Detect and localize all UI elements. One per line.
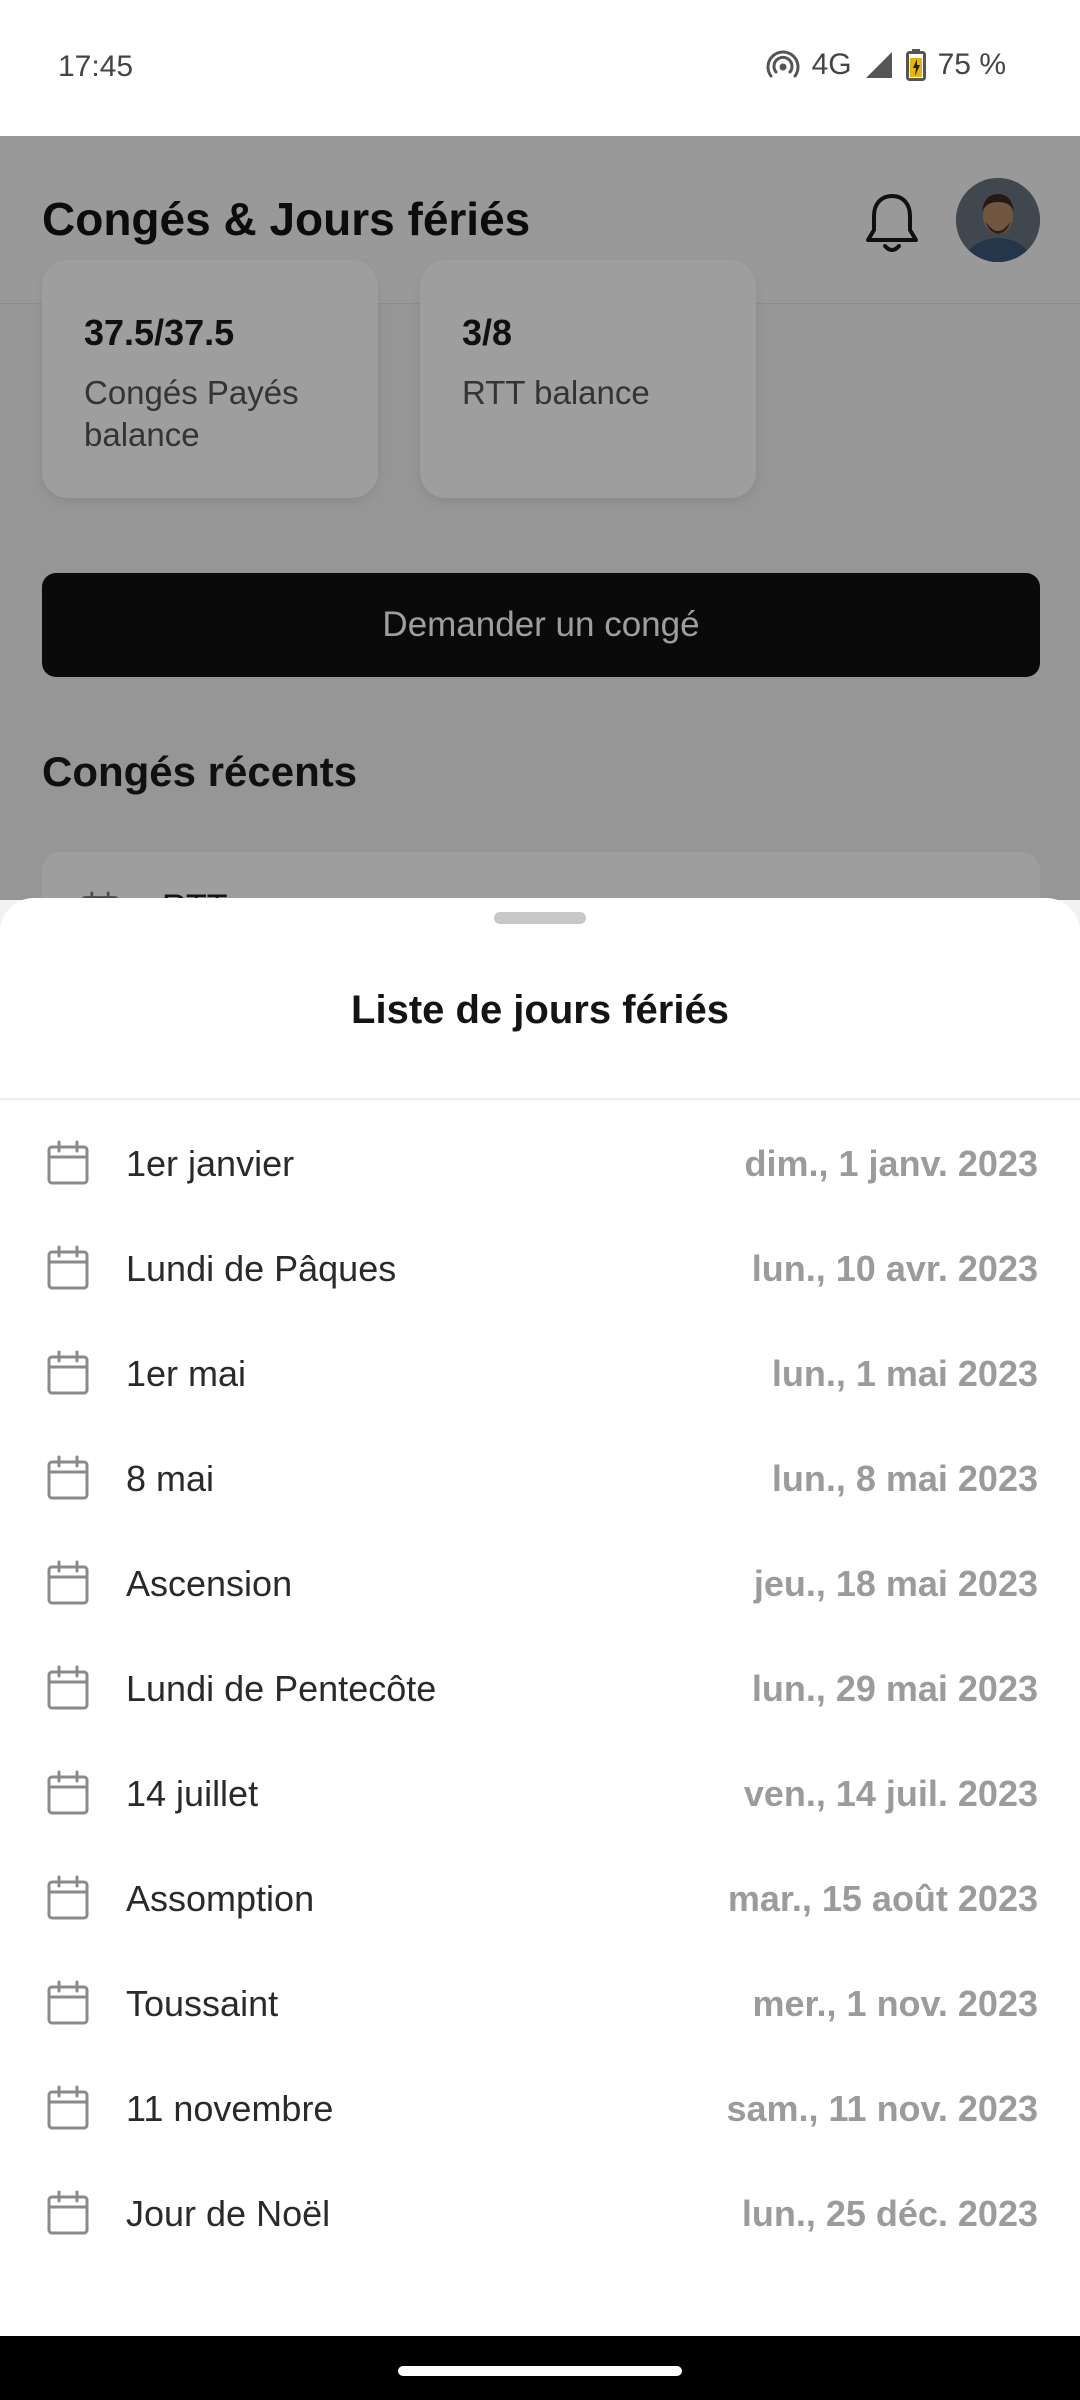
battery-level: 75 %: [937, 48, 1006, 81]
holiday-row[interactable]: Jour de Noël lun., 25 déc. 2023: [0, 2158, 1080, 2263]
holiday-row[interactable]: 14 juillet ven., 14 juil. 2023: [0, 1738, 1080, 1843]
holiday-date: lun., 10 avr. 2023: [751, 1248, 1038, 1289]
holidays-bottom-sheet: Liste de jours fériés 1er janvier dim., 1…: [0, 898, 1080, 2336]
holiday-date: ven., 14 juil. 2023: [743, 1773, 1038, 1814]
holiday-name: 8 mai: [126, 1458, 215, 1499]
holiday-name: Assomption: [126, 1878, 315, 1919]
holiday-row[interactable]: Lundi de Pentecôte lun., 29 mai 2023: [0, 1633, 1080, 1738]
status-time: 17:45: [58, 50, 134, 83]
calendar-icon: [47, 1875, 89, 1920]
divider: [0, 1098, 1080, 1100]
calendar-icon: [47, 2190, 89, 2235]
holiday-name: Lundi de Pentecôte: [126, 1668, 437, 1709]
holiday-date: mer., 1 nov. 2023: [752, 1983, 1038, 2024]
holiday-date: mar., 15 août 2023: [727, 1878, 1038, 1919]
screen: 17:45 4G 75 % Congés & Jours fériés 37.5…: [0, 0, 1080, 2400]
holiday-row[interactable]: Ascension jeu., 18 mai 2023: [0, 1528, 1080, 1633]
holiday-row[interactable]: 8 mai lun., 8 mai 2023: [0, 1423, 1080, 1528]
status-icons: 4G 75 %: [766, 48, 1006, 82]
home-indicator[interactable]: [398, 2366, 682, 2376]
holiday-name: 1er mai: [126, 1353, 247, 1394]
calendar-icon: [47, 1560, 89, 1605]
holiday-row[interactable]: Lundi de Pâques lun., 10 avr. 2023: [0, 1213, 1080, 1318]
holiday-date: lun., 25 déc. 2023: [741, 2193, 1038, 2234]
calendar-icon: [47, 1665, 89, 1710]
holiday-name: Lundi de Pâques: [126, 1248, 397, 1289]
calendar-icon: [47, 1455, 89, 1500]
calendar-icon: [47, 1770, 89, 1815]
holiday-date: jeu., 18 mai 2023: [753, 1563, 1038, 1604]
holiday-row[interactable]: 1er mai lun., 1 mai 2023: [0, 1318, 1080, 1423]
holiday-name: Toussaint: [126, 1983, 279, 2024]
holiday-row[interactable]: Assomption mar., 15 août 2023: [0, 1843, 1080, 1948]
holiday-row[interactable]: Toussaint mer., 1 nov. 2023: [0, 1948, 1080, 2053]
holiday-date: lun., 1 mai 2023: [771, 1353, 1038, 1394]
signal-icon: [865, 52, 892, 78]
status-bar: 17:45 4G 75 %: [0, 0, 1080, 136]
holiday-date: lun., 29 mai 2023: [751, 1668, 1038, 1709]
network-type: 4G: [811, 48, 852, 81]
sheet-title: Liste de jours fériés: [351, 988, 729, 1032]
holiday-name: 14 juillet: [126, 1773, 259, 1814]
modal-scrim[interactable]: [0, 136, 1080, 900]
holiday-date: lun., 8 mai 2023: [771, 1458, 1038, 1499]
calendar-icon: [47, 1350, 89, 1395]
calendar-icon: [47, 1245, 89, 1290]
holiday-row[interactable]: 1er janvier dim., 1 janv. 2023: [0, 1108, 1080, 1213]
calendar-icon: [47, 1980, 89, 2025]
calendar-icon: [47, 1140, 89, 1185]
navigation-bar: [0, 2336, 1080, 2400]
calendar-icon: [47, 2085, 89, 2130]
holiday-name: 1er janvier: [126, 1143, 295, 1184]
holiday-row[interactable]: 11 novembre sam., 11 nov. 2023: [0, 2053, 1080, 2158]
holiday-list: 1er janvier dim., 1 janv. 2023 Lundi de Pâ…: [0, 1108, 1080, 2263]
drag-handle[interactable]: [494, 912, 586, 924]
holiday-date: dim., 1 janv. 2023: [744, 1143, 1038, 1184]
holiday-name: Ascension: [126, 1563, 293, 1604]
holiday-name: 11 novembre: [126, 2088, 334, 2129]
battery-charging-icon: [905, 49, 926, 81]
holiday-name: Jour de Noël: [126, 2193, 331, 2234]
holiday-date: sam., 11 nov. 2023: [726, 2088, 1038, 2129]
hotspot-icon: [766, 50, 800, 78]
